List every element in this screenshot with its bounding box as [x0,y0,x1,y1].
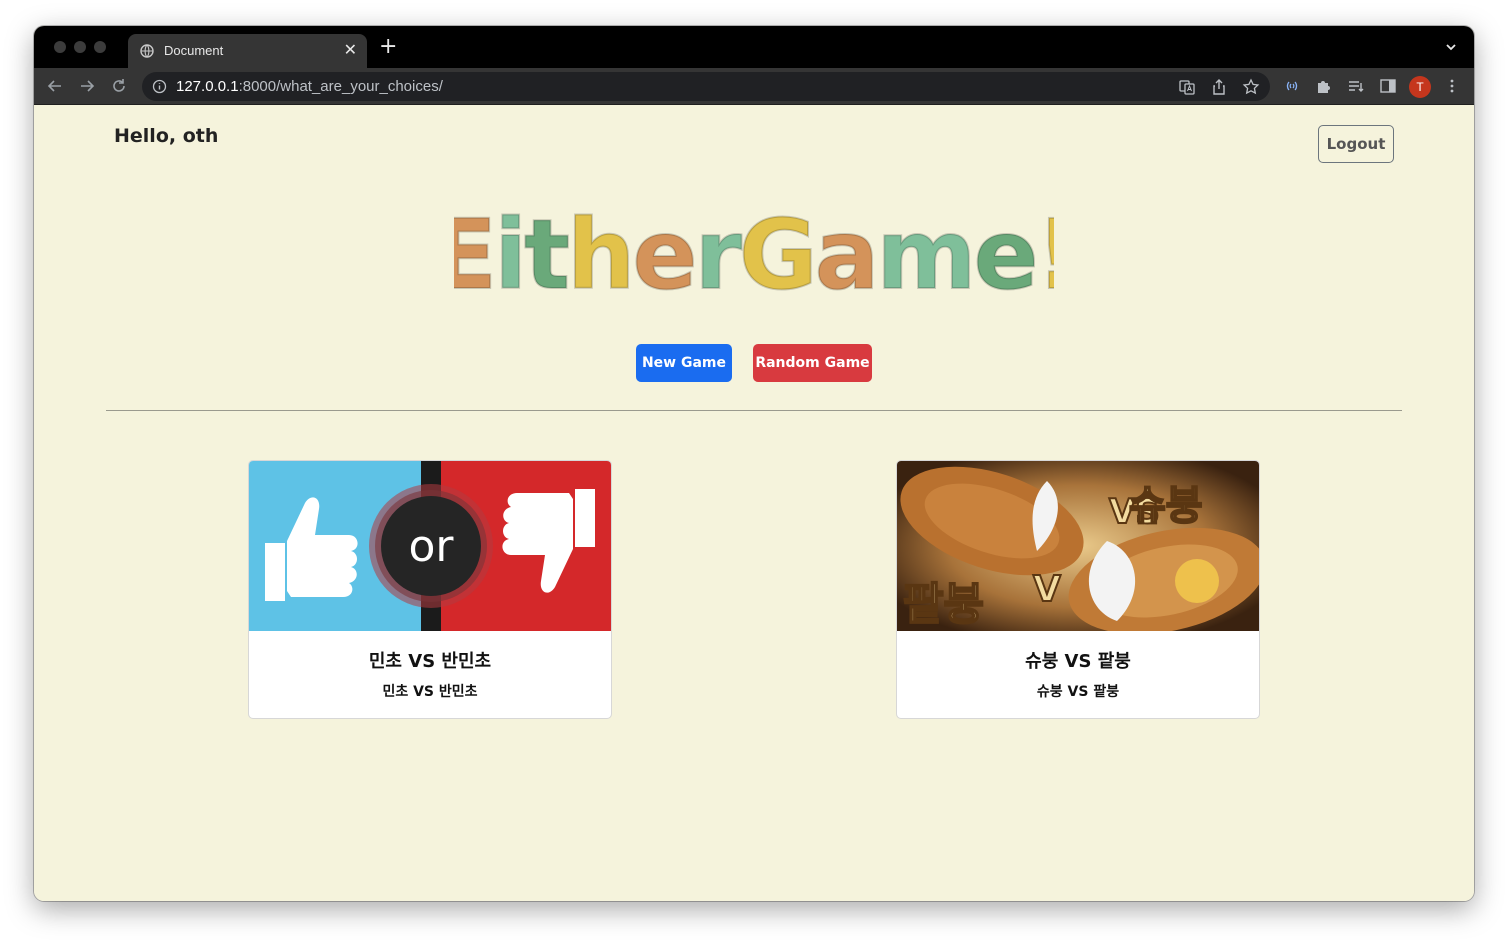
url-path: :8000/what_are_your_choices/ [238,78,443,95]
logo-letter: E [454,200,494,300]
browser-toolbar: 127.0.0.1:8000/what_are_your_choices/ T [34,68,1474,105]
reading-list-icon[interactable] [1347,77,1365,95]
logo-text: EitherGame! [454,200,1054,300]
close-tab-icon[interactable]: ✕ [344,40,357,59]
close-window-dot[interactable] [54,41,66,53]
globe-icon [140,44,154,58]
side-panel-icon[interactable] [1379,77,1397,95]
svg-text:V: V [1033,569,1061,610]
translate-icon[interactable] [1178,78,1196,96]
card-title: 민초 VS 반민초 [368,651,492,672]
card-subtitle: 슈붕 VS 팥붕 [1036,684,1120,700]
eithergame-logo[interactable]: EitherGame! [454,200,1054,300]
cast-media-icon[interactable] [1283,77,1301,95]
profile-avatar[interactable]: T [1409,76,1431,98]
kebab-menu-icon[interactable] [1443,77,1461,95]
reload-icon[interactable] [110,77,128,95]
section-divider [106,410,1402,411]
logo-letter: t [524,200,568,300]
address-bar[interactable]: 127.0.0.1:8000/what_are_your_choices/ [142,72,1270,101]
thumbs-up-or-down-image: or [249,461,611,631]
browser-tab[interactable]: Document ✕ [128,34,367,68]
chevron-down-icon[interactable] [1444,40,1458,54]
url-host: 127.0.0.1 [176,78,239,95]
page-content: Hello, oth Logout EitherGame! New Game R… [34,105,1474,901]
logout-button[interactable]: Logout [1318,125,1394,163]
logo-letter: r [694,200,742,300]
back-arrow-icon[interactable] [46,77,64,95]
info-icon[interactable] [152,79,167,94]
greeting-text: Hello, oth [114,125,219,147]
new-tab-button[interactable]: + [379,36,397,58]
logo-letter: ! [1036,200,1054,300]
logo-letter: e [973,200,1035,300]
tab-title: Document [164,43,224,58]
logo-letter: h [567,200,632,300]
share-icon[interactable] [1210,78,1228,96]
svg-text:or: or [408,521,454,572]
logo-letter: a [815,200,877,300]
game-card-bungeoppang[interactable]: VS 슈붕 팥붕 V 슈붕 VS 팥붕 슈붕 VS 팥붕 [896,460,1260,719]
extensions-puzzle-icon[interactable] [1315,77,1333,95]
image-text-left: 팥붕 [903,579,984,630]
game-card-mincho[interactable]: or 민초 VS 반민초 민초 VS 반민초 [248,460,612,719]
logo-letter: m [876,200,973,300]
image-text-right: 슈붕 [1129,483,1203,529]
tab-bar: Document ✕ + [34,26,1474,68]
new-game-button[interactable]: New Game [636,344,732,382]
browser-window: Document ✕ + 127.0.0.1:8000/what_are_you… [34,26,1474,901]
url-text: 127.0.0.1:8000/what_are_your_choices/ [176,78,443,95]
bungeoppang-image: VS 슈붕 팥붕 V [897,461,1259,631]
logo-letter: G [739,200,815,300]
logo-letter: e [632,200,694,300]
bookmark-star-icon[interactable] [1242,78,1260,96]
random-game-button[interactable]: Random Game [753,344,872,382]
card-title: 슈붕 VS 팥붕 [1025,651,1131,672]
zoom-window-dot[interactable] [94,41,106,53]
card-subtitle: 민초 VS 반민초 [382,684,478,700]
minimize-window-dot[interactable] [74,41,86,53]
forward-arrow-icon[interactable] [78,77,96,95]
logo-letter: i [494,200,524,300]
